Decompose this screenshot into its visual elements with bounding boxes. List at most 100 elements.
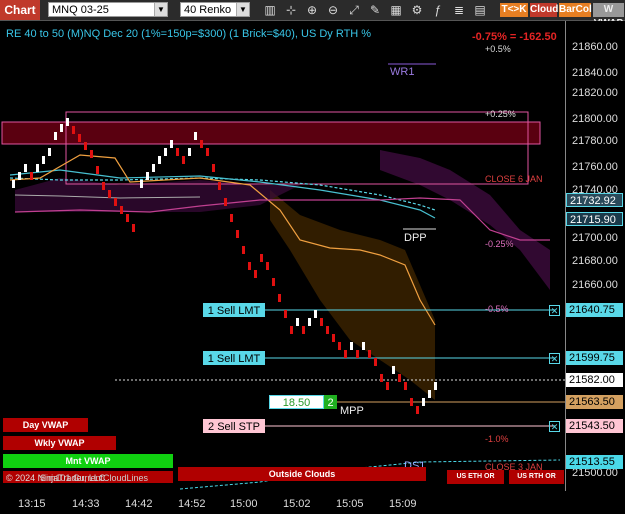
renko-brick-down (386, 382, 389, 390)
period-value: 40 Renko (184, 4, 232, 16)
price-label: 21820.00 (572, 87, 618, 99)
vwap-toggle-button[interactable]: W VWAP (593, 3, 624, 29)
price-marker-b: 21715.90 (566, 212, 623, 226)
cancel-stop-order-icon[interactable]: ✕ (549, 421, 560, 432)
renko-brick-up (362, 342, 365, 350)
renko-brick-down (410, 398, 413, 406)
renko-brick-up (314, 310, 317, 318)
properties-icon[interactable]: ▤ (472, 2, 488, 18)
renko-brick-up (152, 164, 155, 172)
zoom-in-icon[interactable]: ⊕ (304, 2, 320, 18)
us-eth-or-button[interactable]: US ETH OR (447, 470, 504, 484)
renko-brick-up (54, 132, 57, 140)
renko-brick-down (84, 142, 87, 150)
renko-brick-down (266, 262, 269, 270)
position-quantity[interactable]: 2 (324, 395, 337, 409)
renko-brick-up (188, 148, 191, 156)
monthly-vwap-button[interactable]: Mnt VWAP (3, 454, 173, 468)
price-label: 21860.00 (572, 41, 618, 53)
renko-brick-down (30, 172, 33, 180)
supply-zone (1, 121, 541, 145)
price-label: 21660.00 (572, 279, 618, 291)
renko-brick-up (42, 156, 45, 164)
drawing-tools-icon[interactable]: ✎ (367, 2, 383, 18)
cloud-toggle-button[interactable]: Cloud (530, 3, 558, 17)
sell-limit-order-2[interactable]: 1 Sell LMT (203, 351, 265, 365)
chart-toolbar: Chart MNQ 03-25 ▼ 40 Renko ▼ ▥ ⊹ ⊕ ⊖ ⤢ ✎… (0, 0, 625, 29)
cancel-order-2-icon[interactable]: ✕ (549, 353, 560, 364)
templates-icon[interactable]: ≣ (451, 2, 467, 18)
time-label: 15:02 (283, 498, 311, 510)
renko-brick-down (320, 318, 323, 326)
renko-brick-down (182, 156, 185, 164)
renko-brick-down (248, 262, 251, 270)
chart-menu-button[interactable]: Chart (0, 0, 40, 20)
price-label: 21700.00 (572, 232, 618, 244)
price-marker-sell2: 21599.75 (566, 351, 623, 365)
renko-brick-down (278, 294, 281, 302)
renko-brick-down (236, 230, 239, 238)
weekly-vwap-button[interactable]: Wkly VWAP (3, 436, 116, 450)
renko-brick-down (326, 326, 329, 334)
renko-brick-down (200, 140, 203, 148)
zoom-out-icon[interactable]: ⊖ (325, 2, 341, 18)
renko-brick-down (102, 182, 105, 190)
price-label: 21780.00 (572, 135, 618, 147)
strategies-icon[interactable]: ⚙ (409, 2, 425, 18)
indicators-icon[interactable]: ƒ (430, 2, 446, 18)
price-label: 21760.00 (572, 161, 618, 173)
renko-brick-up (48, 148, 51, 156)
tk-toggle-button[interactable]: T<>K (500, 3, 528, 17)
renko-brick-down (404, 382, 407, 390)
barcol-toggle-button[interactable]: BarCol (559, 3, 592, 17)
renko-brick-up (60, 124, 63, 132)
position-pnl[interactable]: 18.50 (269, 395, 324, 409)
price-label: 21840.00 (572, 67, 618, 79)
renko-brick-up (146, 172, 149, 180)
renko-brick-down (230, 214, 233, 222)
sell-limit-order-1[interactable]: 1 Sell LMT (203, 303, 265, 317)
renko-brick-down (114, 198, 117, 206)
renko-brick-down (284, 310, 287, 318)
renko-brick-up (24, 164, 27, 172)
us-rth-or-button[interactable]: US RTH OR (509, 470, 564, 484)
sell-stop-order[interactable]: 2 Sell STP (203, 419, 265, 433)
time-label: 14:33 (72, 498, 100, 510)
plus-half-pct-label: +0.5% (485, 44, 511, 54)
renko-brick-up (158, 156, 161, 164)
renko-brick-up (350, 342, 353, 350)
day-vwap-button[interactable]: Day VWAP (3, 418, 88, 432)
ichimoku-cloud-purple-left (15, 178, 300, 212)
crosshair-icon[interactable]: ⊹ (283, 2, 299, 18)
renko-brick-down (90, 150, 93, 158)
wr1-label: WR1 (390, 66, 415, 78)
renko-brick-up (428, 390, 431, 398)
renko-brick-down (206, 148, 209, 156)
renko-brick-up (434, 382, 437, 390)
bar-type-icon[interactable]: ▥ (262, 2, 278, 18)
last-price-marker: 21582.00 (566, 373, 623, 387)
outside-clouds-button[interactable]: Outside Clouds (178, 467, 426, 481)
price-marker-a: 21732.92 (566, 193, 623, 207)
renko-brick-up (392, 366, 395, 374)
period-selector[interactable]: 40 Renko ▼ (180, 2, 250, 17)
renko-brick-up (66, 118, 69, 126)
renko-brick-up (36, 164, 39, 172)
renko-brick-down (126, 214, 129, 222)
renko-brick-down (302, 326, 305, 334)
data-box-icon[interactable]: ▦ (388, 2, 404, 18)
renko-brick-down (374, 358, 377, 366)
instrument-selector[interactable]: MNQ 03-25 ▼ (48, 2, 168, 17)
renko-brick-down (242, 246, 245, 254)
stop-price-marker: 21543.50 (566, 419, 623, 433)
renko-brick-up (140, 180, 143, 188)
chevron-down-icon: ▼ (236, 3, 249, 16)
cancel-order-1-icon[interactable]: ✕ (549, 305, 560, 316)
chevron-down-icon: ▼ (154, 3, 167, 16)
renko-brick-up (18, 172, 21, 180)
instrument-value: MNQ 03-25 (52, 4, 109, 16)
renko-brick-down (290, 326, 293, 334)
scroll-icon[interactable]: ⤢ (346, 2, 362, 18)
renko-brick-down (398, 374, 401, 382)
renko-brick-down (356, 350, 359, 358)
